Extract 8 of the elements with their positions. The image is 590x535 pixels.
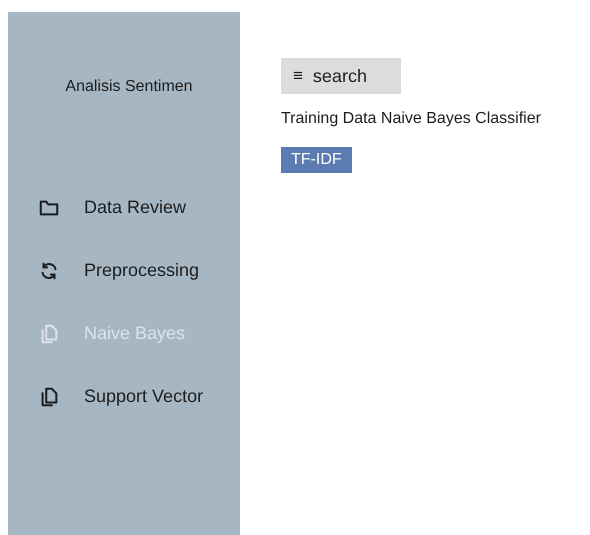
page-heading: Training Data Naive Bayes Classifier [281, 110, 541, 128]
search-button[interactable]: ≡ search [281, 58, 401, 94]
tfidf-button[interactable]: TF-IDF [281, 147, 352, 173]
sidebar-item[interactable]: Data Review [8, 176, 192, 239]
sidebar-item[interactable]: Preprocessing [8, 239, 206, 302]
app-title: Analisis Sentimen [64, 78, 194, 96]
menu-icon: ≡ [293, 66, 303, 86]
sidebar-item[interactable]: Support Vector [8, 365, 210, 428]
